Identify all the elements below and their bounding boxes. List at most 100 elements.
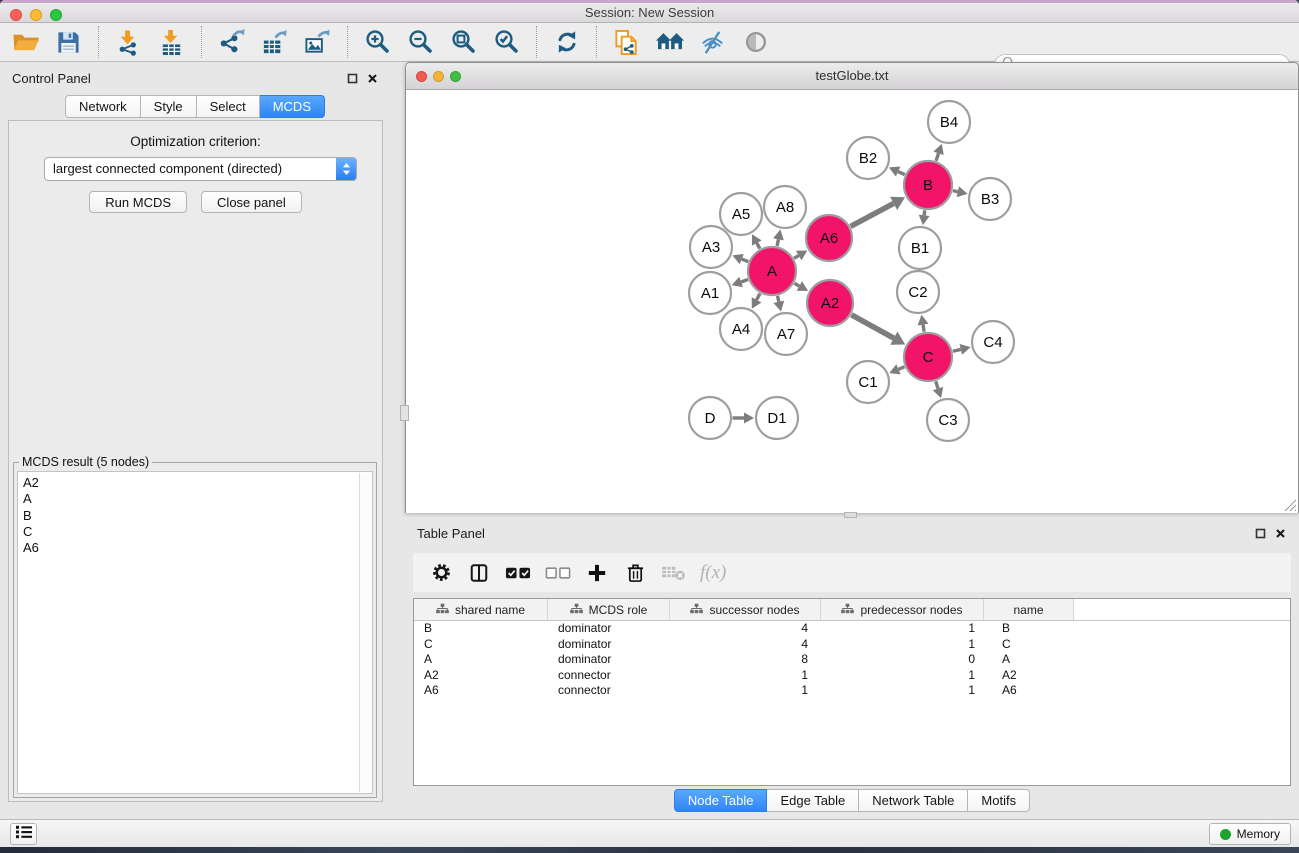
cell-name[interactable]: C: [984, 637, 1074, 653]
column-header-predecessor-nodes[interactable]: predecessor nodes: [821, 599, 984, 620]
import-network-icon[interactable]: [107, 25, 150, 59]
graph-node-D1[interactable]: D1: [756, 397, 798, 439]
import-table-icon[interactable]: [150, 25, 193, 59]
columns-icon[interactable]: [467, 560, 491, 586]
cell-predecessor-nodes[interactable]: 1: [821, 621, 984, 637]
graph-node-B4[interactable]: B4: [928, 101, 970, 143]
graph-node-D[interactable]: D: [689, 397, 731, 439]
table-row[interactable]: Adominator80A: [414, 652, 1290, 668]
mcds-list-scrollbar[interactable]: [359, 473, 371, 792]
table-row[interactable]: A2connector11A2: [414, 668, 1290, 684]
settings-icon[interactable]: [429, 560, 453, 586]
float-table-panel-icon[interactable]: [1254, 527, 1266, 539]
cell-shared-name[interactable]: A6: [414, 683, 548, 699]
run-mcds-button[interactable]: Run MCDS: [89, 191, 187, 213]
tab-mcds[interactable]: MCDS: [260, 95, 325, 118]
refresh-icon[interactable]: [545, 25, 588, 59]
tab-motifs[interactable]: Motifs: [968, 789, 1030, 812]
task-history-button[interactable]: [10, 823, 37, 845]
cell-predecessor-nodes[interactable]: 1: [821, 637, 984, 653]
cell-shared-name[interactable]: A: [414, 652, 548, 668]
float-panel-icon[interactable]: [346, 72, 358, 84]
graph-node-A5[interactable]: A5: [720, 193, 762, 235]
graph-node-A6[interactable]: A6: [806, 215, 852, 261]
cell-MCDS-role[interactable]: dominator: [548, 637, 670, 653]
graph-node-C4[interactable]: C4: [972, 321, 1014, 363]
cell-predecessor-nodes[interactable]: 1: [821, 683, 984, 699]
column-header-successor-nodes[interactable]: successor nodes: [670, 599, 821, 620]
cell-successor-nodes[interactable]: 4: [670, 621, 821, 637]
close-panel-icon[interactable]: [366, 72, 378, 84]
graph-node-C[interactable]: C: [904, 333, 952, 381]
mcds-result-item[interactable]: A2: [23, 475, 358, 491]
open-session-icon[interactable]: [4, 25, 47, 59]
tab-style[interactable]: Style: [141, 95, 197, 118]
mcds-result-item[interactable]: C: [23, 524, 358, 540]
network-canvas[interactable]: AA1A2A3A4A5A6A7A8BB1B2B3B4CC1C2C3C4DD1: [406, 90, 1298, 513]
cell-MCDS-role[interactable]: dominator: [548, 621, 670, 637]
show-details-icon[interactable]: [734, 25, 777, 59]
hide-details-icon[interactable]: [691, 25, 734, 59]
home-view-icon[interactable]: [648, 25, 691, 59]
add-row-icon[interactable]: [585, 560, 609, 586]
cell-predecessor-nodes[interactable]: 0: [821, 652, 984, 668]
zoom-fit-icon[interactable]: [442, 25, 485, 59]
splitter-grip-icon[interactable]: [844, 512, 857, 518]
tab-network[interactable]: Network: [65, 95, 141, 118]
deselect-all-icon[interactable]: [545, 560, 571, 586]
close-table-panel-icon[interactable]: [1274, 527, 1286, 539]
cell-name[interactable]: A6: [984, 683, 1074, 699]
cell-MCDS-role[interactable]: connector: [548, 668, 670, 684]
zoom-selected-icon[interactable]: [485, 25, 528, 59]
graph-node-B3[interactable]: B3: [969, 178, 1011, 220]
cell-name[interactable]: A2: [984, 668, 1074, 684]
cell-MCDS-role[interactable]: connector: [548, 683, 670, 699]
delete-row-icon[interactable]: [623, 560, 647, 586]
graph-node-C2[interactable]: C2: [897, 271, 939, 313]
graph-node-A7[interactable]: A7: [765, 313, 807, 355]
column-header-MCDS-role[interactable]: MCDS role: [548, 599, 670, 620]
mcds-result-item[interactable]: A6: [23, 540, 358, 556]
zoom-out-icon[interactable]: [399, 25, 442, 59]
cell-name[interactable]: B: [984, 621, 1074, 637]
graph-node-A2[interactable]: A2: [807, 280, 853, 326]
graph-node-C1[interactable]: C1: [847, 361, 889, 403]
column-header-name[interactable]: name: [984, 599, 1074, 620]
graph-node-C3[interactable]: C3: [927, 399, 969, 441]
mcds-result-item[interactable]: B: [23, 508, 358, 524]
table-row[interactable]: A6connector11A6: [414, 683, 1290, 699]
birdseye-grip-icon[interactable]: [400, 405, 409, 421]
graph-node-B[interactable]: B: [904, 161, 952, 209]
export-table-icon[interactable]: [253, 25, 296, 59]
zoom-in-icon[interactable]: [356, 25, 399, 59]
graph-node-A3[interactable]: A3: [690, 226, 732, 268]
export-image-icon[interactable]: [296, 25, 339, 59]
cell-successor-nodes[interactable]: 1: [670, 683, 821, 699]
graph-node-B1[interactable]: B1: [899, 227, 941, 269]
cell-MCDS-role[interactable]: dominator: [548, 652, 670, 668]
cell-shared-name[interactable]: B: [414, 621, 548, 637]
table-row[interactable]: Cdominator41C: [414, 637, 1290, 653]
cell-shared-name[interactable]: A2: [414, 668, 548, 684]
memory-button[interactable]: Memory: [1209, 823, 1291, 845]
cell-successor-nodes[interactable]: 4: [670, 637, 821, 653]
cell-successor-nodes[interactable]: 8: [670, 652, 821, 668]
graph-node-A8[interactable]: A8: [764, 186, 806, 228]
cell-predecessor-nodes[interactable]: 1: [821, 668, 984, 684]
clone-network-icon[interactable]: [605, 25, 648, 59]
tab-select[interactable]: Select: [197, 95, 260, 118]
graph-node-A4[interactable]: A4: [720, 308, 762, 350]
cell-successor-nodes[interactable]: 1: [670, 668, 821, 684]
optimization-criterion-select[interactable]: largest connected component (directed): [44, 157, 357, 181]
column-header-shared-name[interactable]: shared name: [414, 599, 548, 620]
select-all-icon[interactable]: [505, 560, 531, 586]
save-session-icon[interactable]: [47, 25, 90, 59]
tab-edge-table[interactable]: Edge Table: [767, 789, 859, 812]
mcds-result-item[interactable]: A: [23, 491, 358, 507]
cell-shared-name[interactable]: C: [414, 637, 548, 653]
table-row[interactable]: Bdominator41B: [414, 621, 1290, 637]
close-panel-button[interactable]: Close panel: [201, 191, 302, 213]
tab-node-table[interactable]: Node Table: [674, 789, 768, 812]
graph-node-B2[interactable]: B2: [847, 137, 889, 179]
graph-node-A1[interactable]: A1: [689, 272, 731, 314]
